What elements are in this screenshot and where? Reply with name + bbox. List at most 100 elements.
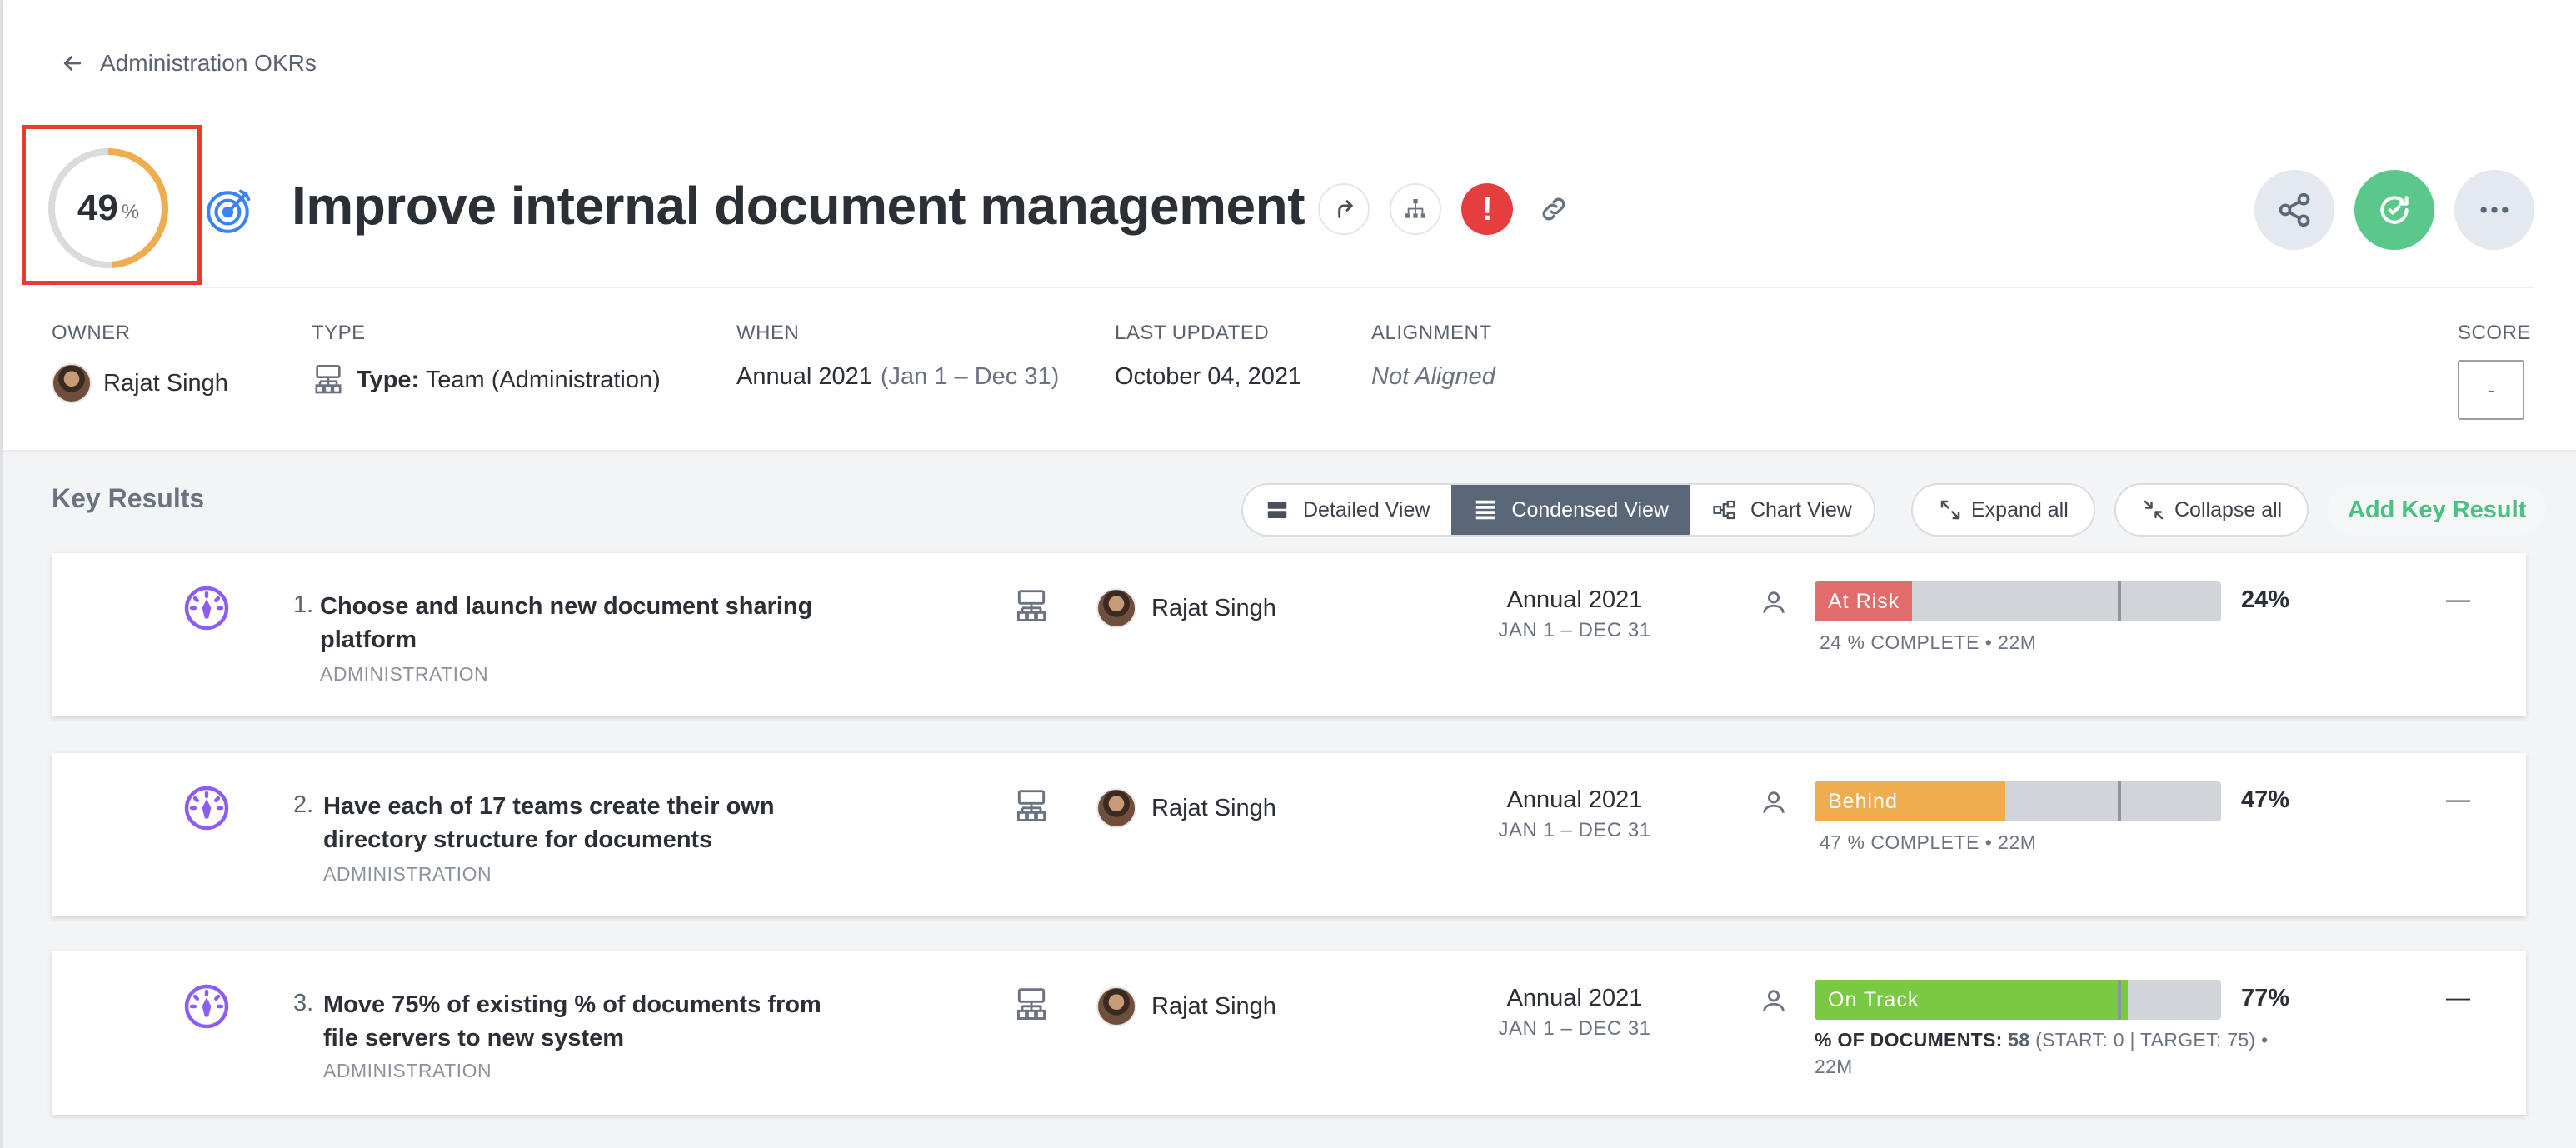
chart-view-icon	[1713, 500, 1735, 520]
view-toggle: Detailed View Condensed View Chart View	[1241, 483, 1875, 537]
header-toolbar	[2254, 170, 2534, 250]
period-name: Annual 2021	[1506, 786, 1643, 813]
redirect-button[interactable]	[1318, 183, 1370, 235]
key-result-period: Annual 2021 JAN 1 – DEC 31	[1450, 985, 1700, 1041]
refresh-check-icon	[2380, 196, 2409, 224]
progress-percent: 77%	[2241, 985, 2290, 1011]
alignment-value[interactable]: Not Aligned	[1371, 363, 1495, 391]
gauge-icon	[184, 586, 229, 631]
progress-value: 49	[77, 187, 118, 228]
progress-unit: %	[121, 201, 140, 223]
type-prefix: Type:	[357, 366, 420, 393]
collapse-all-button[interactable]: Collapse all	[2114, 483, 2309, 537]
add-key-result-button[interactable]: Add Key Result	[2328, 485, 2547, 535]
back-link[interactable]: Administration OKRs	[60, 50, 317, 77]
last-updated-label: LAST UPDATED	[1115, 322, 1270, 344]
avatar	[1096, 588, 1136, 628]
score-value[interactable]: —	[2446, 985, 2470, 1012]
key-result-department: ADMINISTRATION	[320, 663, 489, 685]
key-result-department: ADMINISTRATION	[323, 1060, 492, 1081]
type-value: Team	[425, 366, 485, 393]
when-label: WHEN	[736, 322, 800, 344]
progress-detail: % OF DOCUMENTS: 58 (START: 0 | TARGET: 7…	[1815, 1026, 2281, 1080]
score-value[interactable]: —	[2446, 586, 2470, 614]
condensed-view-button[interactable]: Condensed View	[1451, 485, 1690, 535]
link-icon	[1542, 197, 1565, 221]
chart-view-button[interactable]: Chart View	[1690, 485, 1874, 535]
gauge-icon	[184, 786, 229, 831]
avatar	[1096, 986, 1136, 1026]
team-icon	[315, 365, 342, 394]
key-results-heading: Key Results	[52, 483, 205, 513]
detailed-view-icon	[1267, 502, 1287, 518]
progress-bar[interactable]: On Track	[1815, 980, 2221, 1020]
meta-score: SCORE -	[2458, 322, 2531, 420]
person-icon	[1763, 791, 1785, 813]
key-result-number: 3.	[293, 990, 314, 1016]
key-result-row[interactable]: 2. Have each of 17 teams create their ow…	[52, 753, 2526, 916]
owner-name[interactable]: Rajat Singh	[103, 370, 228, 397]
meta-alignment: ALIGNMENT Not Aligned	[1371, 322, 1495, 391]
back-link-label: Administration OKRs	[100, 50, 317, 76]
hierarchy-icon	[1405, 199, 1425, 218]
status-label: Behind	[1828, 790, 1898, 813]
alert-button[interactable]: !	[1461, 183, 1513, 235]
hierarchy-button[interactable]	[1390, 183, 1441, 235]
key-result-row[interactable]: 1. Choose and launch new document sharin…	[52, 553, 2526, 716]
period-range: JAN 1 – DEC 31	[1498, 1017, 1651, 1040]
key-result-title[interactable]: Choose and launch new document sharing p…	[320, 590, 853, 656]
progress-ring-highlight[interactable]: 49 %	[22, 125, 202, 285]
progress-bar[interactable]: At Risk	[1815, 581, 2221, 621]
score-input[interactable]: -	[2458, 360, 2524, 420]
key-result-number: 1.	[293, 591, 314, 618]
share-button[interactable]	[2254, 170, 2334, 250]
collapse-all-label: Collapse all	[2174, 497, 2283, 522]
key-result-period: Annual 2021 JAN 1 – DEC 31	[1450, 586, 1700, 642]
last-updated-value: October 04, 2021	[1115, 363, 1302, 390]
person-icon	[1763, 990, 1785, 1011]
progress-percent: 24%	[2241, 586, 2290, 613]
key-result-owner[interactable]: Rajat Singh	[1096, 986, 1276, 1026]
condensed-view-label: Condensed View	[1511, 497, 1669, 522]
condensed-view-icon	[1476, 500, 1495, 520]
owner-name: Rajat Singh	[1151, 794, 1276, 821]
expected-progress-marker	[2118, 980, 2121, 1020]
status-label: On Track	[1828, 988, 1920, 1011]
key-result-row[interactable]: 3. Move 75% of existing % of documents f…	[52, 951, 2526, 1115]
avatar	[52, 363, 92, 403]
progress-percent: 47%	[2241, 786, 2290, 813]
type-qualifier: (Administration)	[491, 366, 661, 393]
header-divider	[53, 287, 2534, 288]
period-name: Annual 2021	[1506, 586, 1643, 613]
score-value[interactable]: —	[2446, 786, 2470, 814]
alignment-label: ALIGNMENT	[1371, 322, 1492, 344]
update-progress-button[interactable]	[2354, 170, 2434, 250]
gauge-icon	[184, 984, 229, 1029]
key-result-owner[interactable]: Rajat Singh	[1096, 588, 1276, 628]
owner-label: OWNER	[52, 322, 131, 344]
detailed-view-button[interactable]: Detailed View	[1243, 485, 1451, 535]
chart-view-label: Chart View	[1750, 497, 1852, 522]
expected-progress-marker	[2118, 781, 2121, 821]
more-options-button[interactable]	[2454, 170, 2534, 250]
period-range: JAN 1 – DEC 31	[1498, 819, 1651, 841]
objective-title: Improve internal document management	[292, 176, 1305, 236]
copy-link-button[interactable]	[1533, 183, 1575, 235]
objective-header: Administration OKRs 49 % Improve interna…	[3, 0, 2576, 450]
progress-bar[interactable]: Behind	[1815, 781, 2221, 821]
key-result-department: ADMINISTRATION	[323, 863, 492, 885]
period-range: JAN 1 – DEC 31	[1498, 619, 1651, 641]
when-range: (Jan 1 – Dec 31)	[880, 363, 1060, 390]
key-result-title[interactable]: Move 75% of existing % of documents from…	[323, 988, 856, 1055]
share-icon	[2279, 192, 2310, 227]
detailed-view-label: Detailed View	[1303, 497, 1430, 522]
key-result-owner[interactable]: Rajat Singh	[1096, 788, 1276, 828]
progress-detail: 24 % COMPLETE • 22M	[1820, 631, 2037, 653]
meta-when: WHEN Annual 2021 (Jan 1 – Dec 31)	[736, 322, 1059, 391]
target-icon	[207, 189, 251, 233]
team-icon	[1016, 590, 1046, 621]
key-result-title[interactable]: Have each of 17 teams create their own d…	[323, 790, 856, 856]
redirect-arrow-icon	[1338, 200, 1353, 218]
expand-all-button[interactable]: Expand all	[1911, 483, 2095, 537]
meta-last-updated: LAST UPDATED October 04, 2021	[1115, 322, 1301, 391]
